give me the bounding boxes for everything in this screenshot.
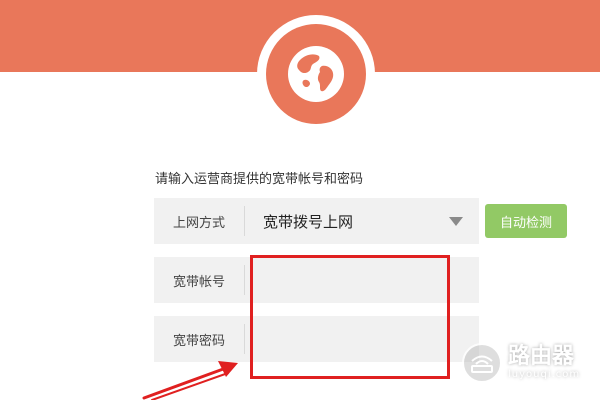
globe-logo xyxy=(266,24,366,124)
account-input[interactable] xyxy=(245,257,479,303)
watermark-title: 路由器 xyxy=(508,344,575,369)
connection-type-select[interactable]: 上网方式 宽带拨号上网 xyxy=(154,198,479,244)
site-watermark: 路由器 luyouqi.com xyxy=(462,336,598,390)
account-row: 宽带帐号 xyxy=(154,257,479,303)
router-icon xyxy=(462,343,502,383)
password-label: 宽带密码 xyxy=(172,333,225,349)
annotation-arrow xyxy=(142,361,238,400)
dropdown-arrow-icon[interactable] xyxy=(449,216,463,226)
globe-icon xyxy=(288,46,344,102)
watermark-url: luyouqi.com xyxy=(508,369,581,380)
connection-type-label: 上网方式 xyxy=(172,215,225,231)
auto-detect-button[interactable]: 自动检测 xyxy=(485,204,567,238)
connection-type-value: 宽带拨号上网 xyxy=(263,212,354,231)
password-input[interactable] xyxy=(245,316,479,362)
account-label: 宽带帐号 xyxy=(172,274,225,290)
instruction-text: 请输入运营商提供的宽带帐号和密码 xyxy=(155,172,364,187)
